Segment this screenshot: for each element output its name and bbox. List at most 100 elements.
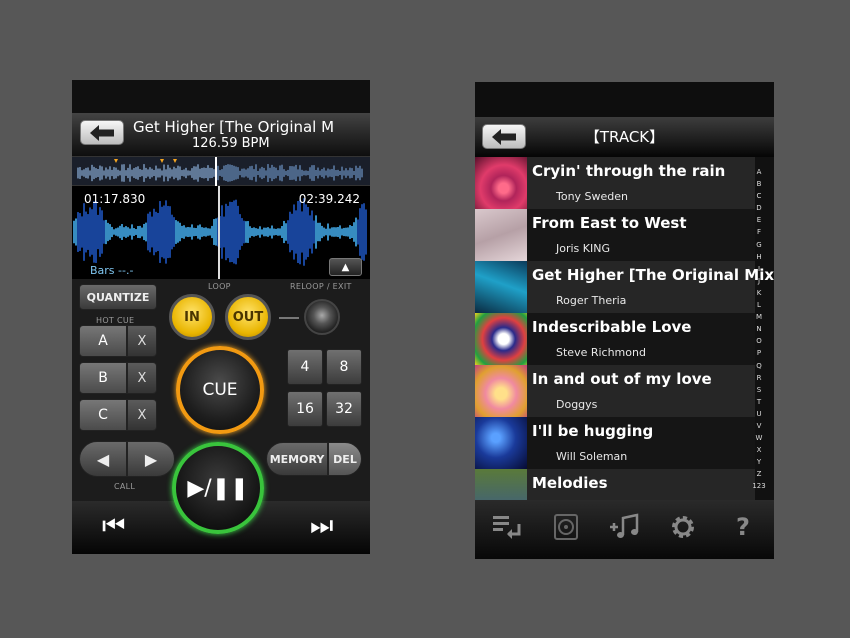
track-row[interactable]: In and out of my love Doggys <box>475 365 755 417</box>
track-artist: Will Soleman <box>556 450 628 463</box>
expand-button[interactable]: ▲ <box>329 258 362 276</box>
index-letter[interactable]: L <box>757 299 761 311</box>
track-list-screen: 【TRACK】 Cryin' through the rain Tony Swe… <box>475 82 774 559</box>
hot-cue-b-button[interactable]: B <box>79 362 127 394</box>
call-label: CALL <box>114 482 136 491</box>
index-letter[interactable]: S <box>757 384 761 396</box>
track-title: Get Higher [The Original Mi <box>133 118 333 136</box>
skip-forward-icon[interactable]: ⏭ <box>310 513 333 539</box>
album-art <box>475 417 527 469</box>
hot-cue-c-delete[interactable]: X <box>127 399 157 431</box>
time-remaining: 02:39.242 <box>298 192 360 206</box>
hot-cue-a-delete[interactable]: X <box>127 325 157 357</box>
hot-cue-c-button[interactable]: C <box>79 399 127 431</box>
memory-button[interactable]: MEMORY <box>266 442 328 476</box>
track-artist: Steve Richmond <box>556 346 646 359</box>
loop-out-button[interactable]: OUT <box>225 294 271 340</box>
hot-cue-b-delete[interactable]: X <box>127 362 157 394</box>
call-prev-button[interactable]: ◀ <box>79 441 127 477</box>
waveform-detail[interactable]: 01:17.830 02:39.242 Bars --.- ▲ <box>72 186 370 279</box>
track-row[interactable]: Melodies <box>475 469 755 500</box>
cue-marker <box>173 159 177 163</box>
track-row[interactable]: From East to West Joris KING <box>475 209 755 261</box>
index-letter[interactable]: G <box>756 239 761 251</box>
waveform-overview[interactable] <box>72 156 370 187</box>
play-pause-button[interactable]: ▶/❚❚ <box>172 442 264 534</box>
list-header: 【TRACK】 <box>475 117 774 157</box>
reloop-label: RELOOP / EXIT <box>290 282 352 291</box>
cue-button[interactable]: CUE <box>176 346 264 434</box>
index-letter[interactable]: E <box>757 214 761 226</box>
list-back-icon[interactable] <box>491 512 523 542</box>
loop-length-8[interactable]: 8 <box>326 349 362 385</box>
track-artist: Tony Sweden <box>556 190 629 203</box>
cue-marker <box>160 159 164 163</box>
track-row[interactable]: I'll be hugging Will Soleman <box>475 417 755 469</box>
bottom-toolbar: ? <box>475 500 774 559</box>
call-next-button[interactable]: ▶ <box>127 441 175 477</box>
index-letter[interactable]: J <box>758 275 760 287</box>
index-letter[interactable]: P <box>757 347 761 359</box>
reloop-exit-button[interactable] <box>304 299 340 335</box>
loop-in-button[interactable]: IN <box>169 294 215 340</box>
help-icon[interactable]: ? <box>727 512 759 542</box>
index-letter[interactable]: Z <box>757 468 762 480</box>
back-arrow-icon <box>90 124 114 141</box>
index-letter[interactable]: B <box>757 178 762 190</box>
album-art <box>475 209 527 261</box>
index-letter[interactable]: O <box>756 335 762 347</box>
loop-length-4[interactable]: 4 <box>287 349 323 385</box>
index-letter[interactable]: I <box>758 263 760 275</box>
index-letter[interactable]: C <box>757 190 762 202</box>
add-music-icon[interactable] <box>609 512 641 542</box>
deck-header: Get Higher [The Original Mi 126.59 BPM <box>72 113 370 156</box>
index-letter[interactable]: N <box>756 323 761 335</box>
up-arrow-icon: ▲ <box>341 261 350 273</box>
index-letter[interactable]: T <box>757 396 761 408</box>
track-name: Indescribable Love <box>532 318 692 336</box>
hot-cue-label: HOT CUE <box>96 316 135 325</box>
status-bar <box>475 82 774 117</box>
loop-label: LOOP <box>208 282 231 291</box>
index-letter[interactable]: M <box>756 311 762 323</box>
hot-cue-c: C X <box>79 399 157 431</box>
index-letter[interactable]: D <box>756 202 761 214</box>
track-row[interactable]: Get Higher [The Original Mix] Roger Ther… <box>475 261 774 313</box>
gear-icon[interactable] <box>667 512 699 542</box>
album-art <box>475 261 527 313</box>
track-name: I'll be hugging <box>532 422 654 440</box>
index-letter[interactable]: K <box>757 287 762 299</box>
hot-cue-a-button[interactable]: A <box>79 325 127 357</box>
index-letter[interactable]: V <box>757 420 762 432</box>
index-letter[interactable]: X <box>757 444 762 456</box>
memory-delete-button[interactable]: DEL <box>328 442 362 476</box>
overview-wave <box>77 157 363 187</box>
loop-length-32[interactable]: 32 <box>326 391 362 427</box>
index-letter[interactable]: H <box>756 251 761 263</box>
back-button[interactable] <box>80 120 124 145</box>
index-letter[interactable]: A <box>757 166 762 178</box>
loop-connector <box>279 317 299 319</box>
disc-icon[interactable] <box>551 512 583 542</box>
bars-counter: Bars --.- <box>90 264 134 277</box>
index-letter[interactable]: U <box>756 408 761 420</box>
index-letter[interactable]: Q <box>756 360 762 372</box>
index-letter[interactable]: R <box>757 372 762 384</box>
index-letter[interactable]: 123 <box>752 480 765 492</box>
loop-length-16[interactable]: 16 <box>287 391 323 427</box>
index-letter[interactable]: W <box>756 432 763 444</box>
status-bar <box>72 80 370 113</box>
track-list: Cryin' through the rain Tony Sweden From… <box>475 157 774 500</box>
track-row[interactable]: Cryin' through the rain Tony Sweden <box>475 157 755 209</box>
call-prev-icon: ◀ <box>96 449 110 469</box>
track-row[interactable]: Indescribable Love Steve Richmond <box>475 313 755 365</box>
quantize-button[interactable]: QUANTIZE <box>79 284 157 310</box>
index-letter[interactable]: Y <box>757 456 761 468</box>
track-artist: Doggys <box>556 398 598 411</box>
skip-back-icon[interactable]: ⏮ <box>102 513 125 539</box>
cue-marker <box>114 159 118 163</box>
time-elapsed: 01:17.830 <box>84 192 146 206</box>
index-letter[interactable]: F <box>757 226 761 238</box>
alphabet-index[interactable]: A B C D E F G H I J K L M N O P Q R S T U V W X Y Z 123 <box>748 166 770 493</box>
hot-cue-a: A X <box>79 325 157 357</box>
